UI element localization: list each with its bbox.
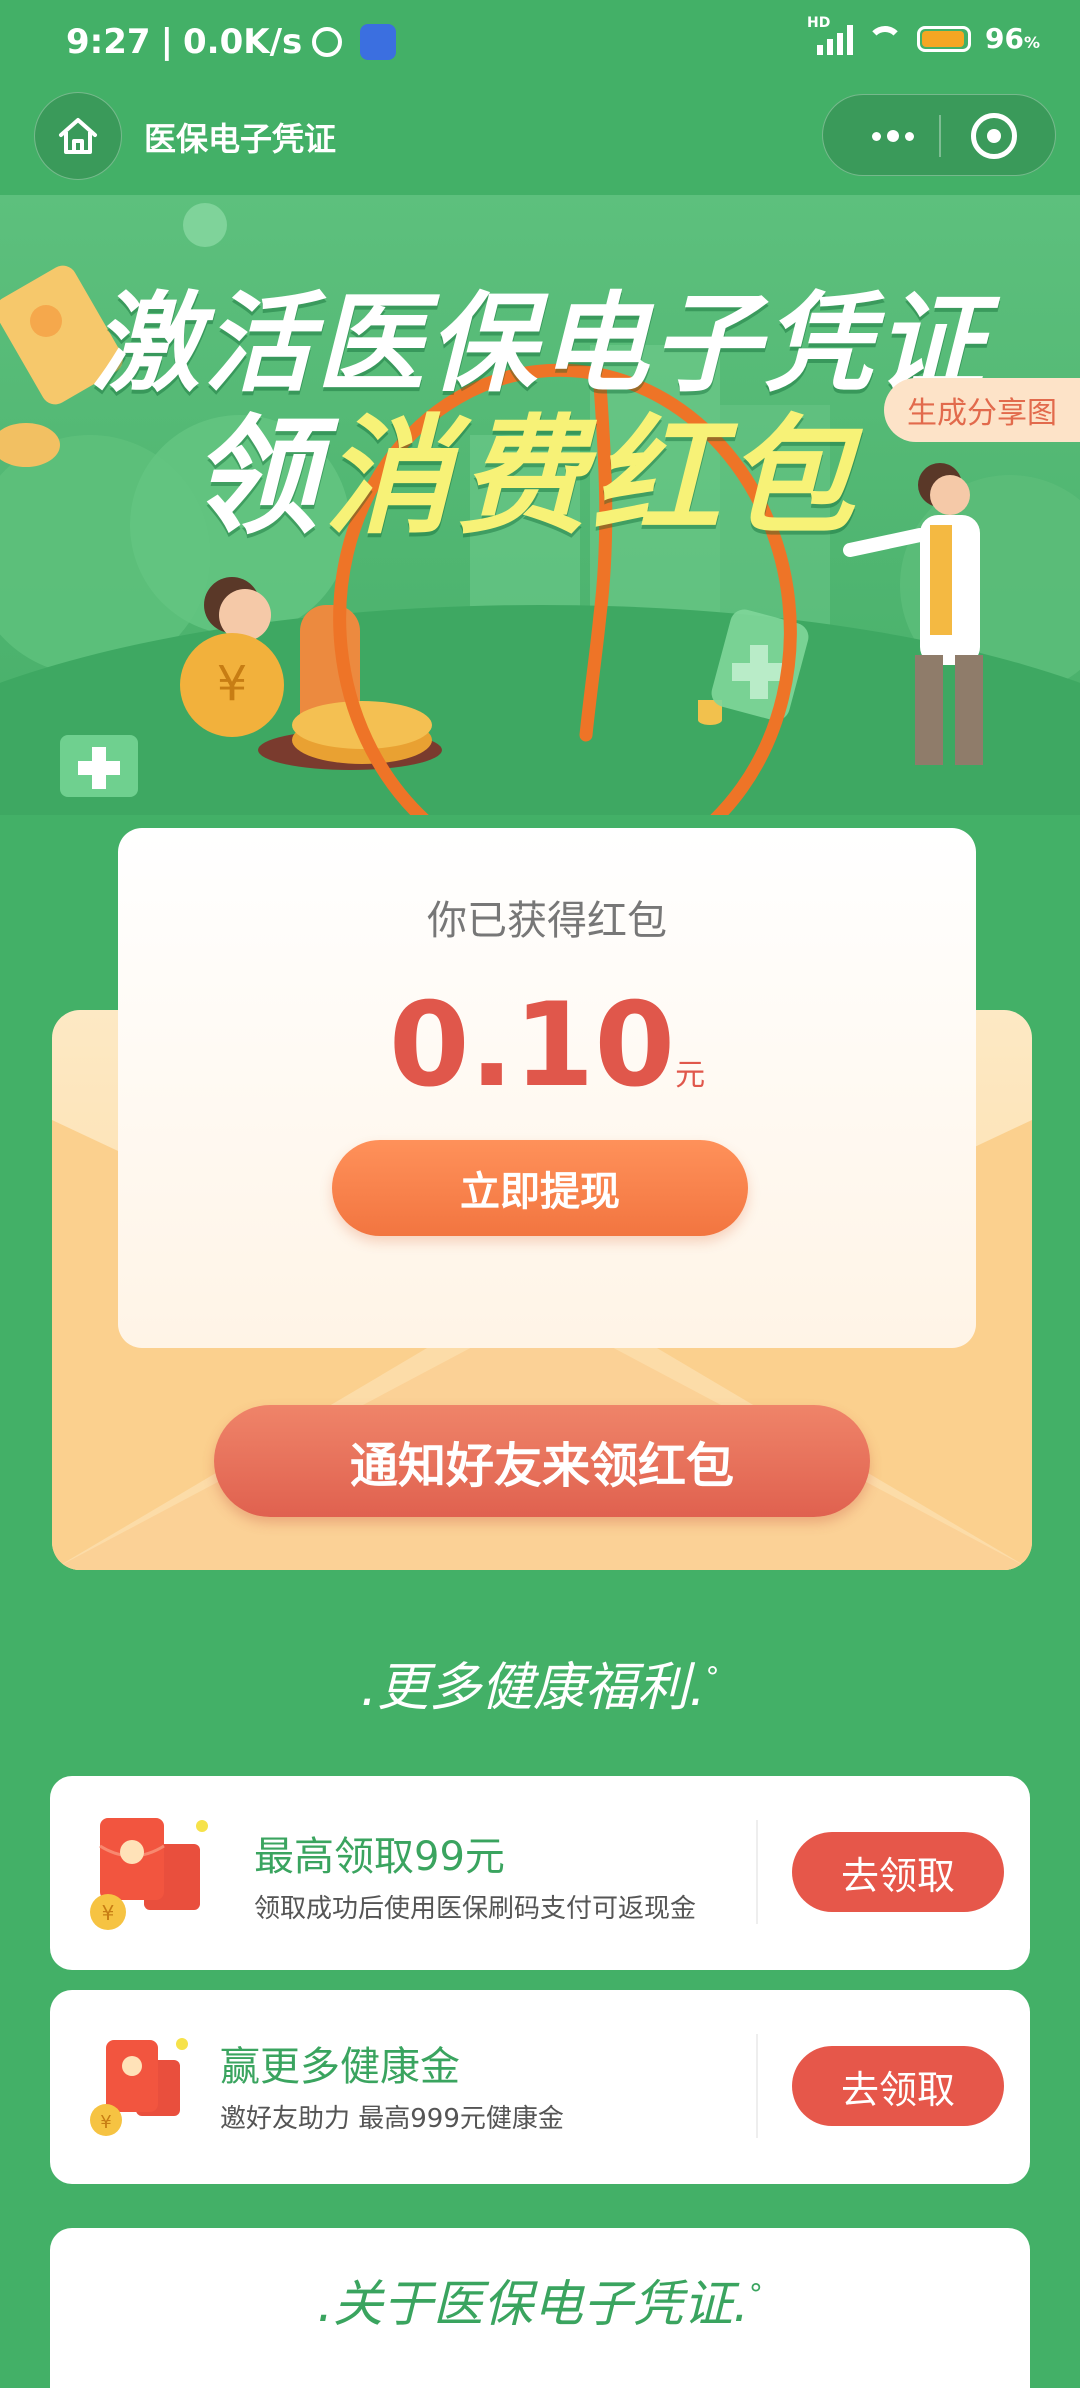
reward-label: 你已获得红包	[427, 898, 667, 944]
mini-program-navbar: 医保电子凭证	[0, 90, 1080, 200]
benefit-card-cashback: ¥ 最高领取99元 领取成功后使用医保刷码支付可返现金 去领取	[50, 1776, 1030, 1970]
promo-banner: ¥ 激活医保电子凭证 领消费红包 生成分享图	[0, 195, 1080, 815]
wifi-icon	[867, 25, 903, 52]
about-heading: .关于医保电子凭证.°	[50, 2264, 1030, 2336]
benefit-title: 最高领取99元	[254, 1834, 505, 1880]
banner-subheadline: 领消费红包	[190, 373, 860, 558]
alarm-icon	[312, 27, 343, 57]
app-notification-icon	[360, 24, 397, 60]
battery-fill	[922, 30, 965, 47]
heading-degree-mark: °	[705, 1660, 720, 1694]
battery-icon	[917, 25, 971, 52]
more-benefits-title: .更多健康福利.	[360, 1658, 706, 1718]
about-title: .关于医保电子凭证.	[317, 2275, 749, 2333]
page-title: 医保电子凭证	[144, 120, 337, 158]
notify-friends-button[interactable]: 通知好友来领红包	[214, 1405, 870, 1517]
close-mini-program-button[interactable]	[971, 113, 1017, 159]
more-dot-icon	[905, 131, 914, 141]
reward-card: 你已获得红包 0.10元	[118, 828, 976, 1348]
status-separator: |	[160, 22, 173, 62]
signal-hd-label: HD	[807, 14, 831, 31]
benefit-description: 领取成功后使用医保刷码支付可返现金	[254, 1894, 697, 1924]
status-time: 9:27	[66, 22, 151, 62]
battery-percent: 96%	[985, 22, 1040, 55]
benefit-divider	[756, 1820, 758, 1924]
status-right: HD 96%	[807, 15, 1040, 56]
target-icon	[987, 129, 1001, 143]
benefit-description: 邀好友助力 最高999元健康金	[220, 2104, 564, 2134]
battery-percent-value: 96	[985, 22, 1024, 55]
about-card: .关于医保电子凭证.°	[50, 2228, 1030, 2388]
heading-degree-mark: °	[748, 2277, 763, 2311]
reward-amount-value: 0.10	[388, 978, 676, 1113]
badge-decoration	[183, 203, 227, 247]
claim-button[interactable]: 去领取	[792, 2046, 1004, 2126]
status-left: 9:27 | 0.0K/s	[66, 22, 397, 62]
more-menu-button[interactable]	[853, 95, 933, 177]
svg-text:¥: ¥	[102, 1901, 115, 1925]
svg-text:¥: ¥	[217, 656, 248, 712]
battery-percent-unit: %	[1023, 33, 1040, 52]
capsule-menu	[822, 94, 1056, 176]
more-dot-icon	[872, 131, 881, 141]
withdraw-button[interactable]: 立即提现	[332, 1140, 748, 1236]
svg-text:¥: ¥	[100, 2112, 111, 2133]
banner-subheadline-white: 领	[190, 403, 325, 552]
banner-subheadline-yellow: 消费红包	[324, 403, 861, 552]
reward-amount: 0.10元	[118, 978, 976, 1113]
status-network-speed: 0.0K/s	[183, 22, 303, 62]
home-icon	[59, 118, 97, 154]
signal-icon: HD	[807, 15, 853, 55]
benefit-title: 赢更多健康金	[220, 2044, 460, 2090]
capsule-divider	[939, 115, 941, 157]
red-envelope-icon: ¥	[90, 1818, 208, 1930]
benefit-card-health-gold: ¥ 赢更多健康金 邀好友助力 最高999元健康金 去领取	[50, 1990, 1030, 2184]
more-dot-icon	[887, 130, 899, 142]
red-envelope-icon: ¥	[90, 2038, 188, 2136]
reward-amount-unit: 元	[675, 1058, 706, 1093]
home-button[interactable]	[34, 92, 122, 180]
status-bar: 9:27 | 0.0K/s HD 96%	[0, 0, 1080, 90]
claim-button[interactable]: 去领取	[792, 1832, 1004, 1912]
benefit-divider	[756, 2034, 758, 2138]
generate-share-image-button[interactable]: 生成分享图	[884, 378, 1080, 442]
more-benefits-heading: .更多健康福利.°	[0, 1645, 1080, 1720]
